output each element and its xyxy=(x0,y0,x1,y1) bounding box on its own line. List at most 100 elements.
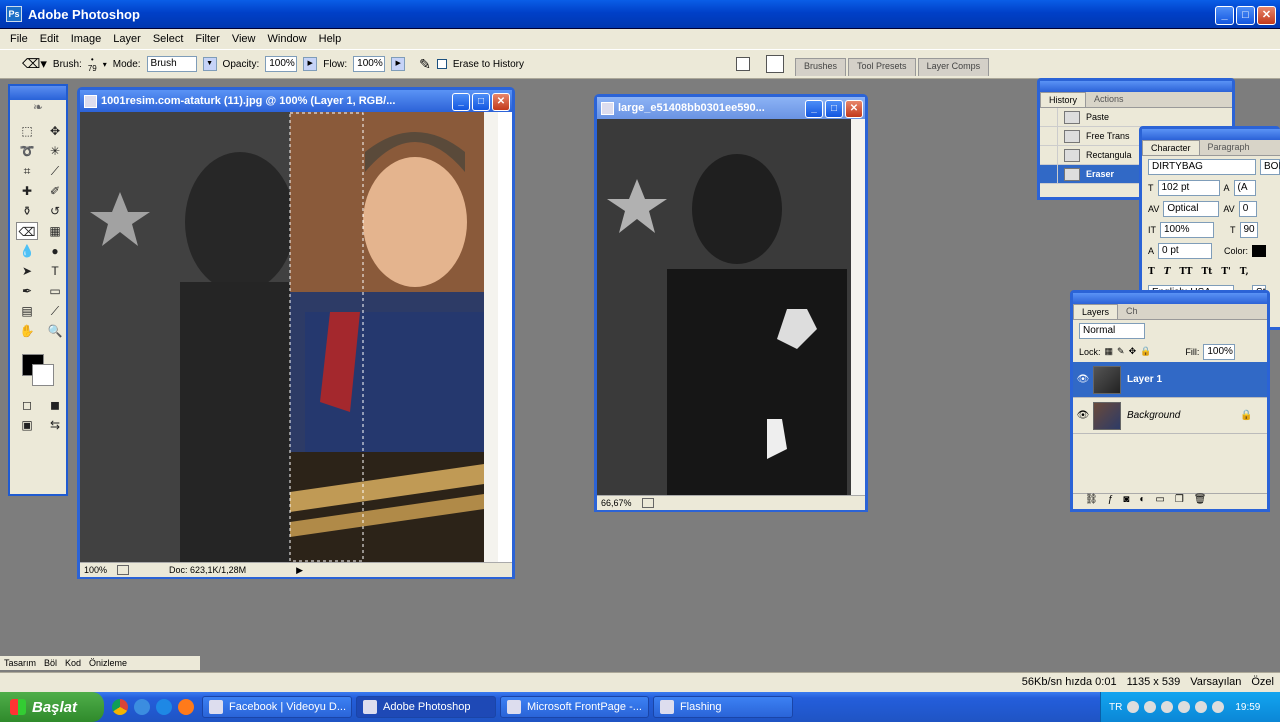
doc1-close-button[interactable]: ✕ xyxy=(492,93,510,111)
menu-layer[interactable]: Layer xyxy=(107,33,147,45)
zoom-tool-icon[interactable]: 🔍 xyxy=(44,322,66,340)
lasso-tool-icon[interactable]: ➰ xyxy=(16,142,38,160)
font-style-select[interactable]: BOI xyxy=(1260,158,1280,175)
palette-toggle-icon[interactable] xyxy=(766,55,784,73)
crop-tool-icon[interactable]: ⌗ xyxy=(16,162,38,180)
horizontal-scale-field[interactable]: 90 xyxy=(1239,221,1258,238)
dodge-tool-icon[interactable]: ● xyxy=(44,242,66,260)
doc1-minimize-button[interactable]: _ xyxy=(452,93,470,111)
lock-pixels-icon[interactable]: ✎ xyxy=(1117,346,1125,357)
file-browser-icon[interactable] xyxy=(736,57,750,71)
new-group-icon[interactable]: ▭ xyxy=(1155,494,1164,509)
minimize-button[interactable]: _ xyxy=(1215,6,1234,25)
menu-window[interactable]: Window xyxy=(262,33,313,45)
doc1-canvas[interactable] xyxy=(80,112,498,562)
standard-mode-icon[interactable]: ◻ xyxy=(16,396,38,414)
superscript-button[interactable]: T' xyxy=(1221,267,1230,277)
type-tool-icon[interactable]: T xyxy=(44,262,66,280)
doc1-info-menu-icon[interactable]: ▶ xyxy=(296,565,303,576)
small-caps-button[interactable]: Tt xyxy=(1201,267,1212,277)
healing-brush-icon[interactable]: ✚ xyxy=(16,182,38,200)
tray-icon[interactable] xyxy=(1178,701,1191,713)
erase-to-history-checkbox[interactable] xyxy=(436,59,447,69)
menu-image[interactable]: Image xyxy=(65,33,108,45)
tab-history[interactable]: History xyxy=(1040,92,1087,107)
blend-mode-select[interactable]: Normal xyxy=(1079,322,1145,339)
doc2-info-icon[interactable] xyxy=(641,498,654,508)
character-panel-title-bar[interactable] xyxy=(1142,129,1280,140)
imageready-icon[interactable]: ⇆ xyxy=(44,416,66,434)
kerning-select[interactable]: Optical xyxy=(1163,200,1220,217)
notes-tool-icon[interactable]: ▤ xyxy=(16,302,38,320)
task-frontpage[interactable]: Microsoft FrontPage -... xyxy=(500,696,649,718)
doc1-zoom[interactable]: 100% xyxy=(84,565,107,575)
tray-icon[interactable] xyxy=(1195,701,1208,713)
tray-icon[interactable] xyxy=(1161,701,1174,713)
opacity-slider-icon[interactable]: ▶ xyxy=(303,57,318,71)
tab-channels[interactable]: Ch xyxy=(1118,304,1146,319)
history-item[interactable]: Paste xyxy=(1040,108,1232,127)
doc1-info-icon[interactable] xyxy=(117,565,130,575)
eraser-tool-preset-icon[interactable]: ⌫▾ xyxy=(22,56,47,72)
airbrush-icon[interactable]: ✎ xyxy=(419,56,431,73)
tray-icon[interactable] xyxy=(1144,701,1157,713)
menu-filter[interactable]: Filter xyxy=(189,33,225,45)
menu-view[interactable]: View xyxy=(226,33,262,45)
doc2-close-button[interactable]: ✕ xyxy=(845,100,863,118)
eyedropper-icon[interactable]: ⟋ xyxy=(44,302,66,320)
visibility-eye-icon[interactable]: 👁 xyxy=(1073,410,1093,421)
move-tool-icon[interactable]: ✥ xyxy=(44,122,66,140)
font-family-select[interactable]: DIRTYBAG xyxy=(1148,158,1256,175)
doc2-maximize-button[interactable]: □ xyxy=(825,100,843,118)
tab-preview[interactable]: Önizleme xyxy=(89,658,127,668)
brush-picker[interactable]: • 79 xyxy=(88,55,97,73)
start-button[interactable]: Başlat xyxy=(0,692,104,722)
faux-bold-button[interactable]: T xyxy=(1148,267,1155,277)
text-color-swatch[interactable] xyxy=(1252,244,1267,257)
visibility-eye-icon[interactable]: 👁 xyxy=(1073,374,1093,385)
new-layer-icon[interactable]: ❐ xyxy=(1175,494,1184,509)
gradient-tool-icon[interactable]: ▦ xyxy=(44,222,66,240)
ie-icon[interactable] xyxy=(134,699,150,715)
browser-icon[interactable] xyxy=(156,699,172,715)
quick-mask-icon[interactable]: ◼ xyxy=(44,396,66,414)
layer-style-icon[interactable]: ƒ xyxy=(1108,494,1114,509)
task-photoshop[interactable]: Adobe Photoshop xyxy=(356,696,496,718)
maximize-button[interactable]: □ xyxy=(1236,6,1255,25)
toolbox-grip[interactable] xyxy=(10,86,66,100)
tray-icon[interactable] xyxy=(1127,701,1140,713)
layer-mask-icon[interactable]: ◙ xyxy=(1123,494,1129,509)
history-brush-icon[interactable]: ↺ xyxy=(44,202,66,220)
layers-panel-title-bar[interactable] xyxy=(1073,293,1267,304)
subscript-button[interactable]: T, xyxy=(1240,267,1249,277)
blur-tool-icon[interactable]: 💧 xyxy=(16,242,38,260)
doc2-canvas[interactable] xyxy=(597,119,865,495)
eraser-tool-icon[interactable]: ⌫ xyxy=(16,222,38,240)
menu-file[interactable]: File xyxy=(4,33,34,45)
fill-field[interactable]: 100% xyxy=(1203,343,1236,360)
tab-code[interactable]: Kod xyxy=(65,658,81,668)
path-select-icon[interactable]: ➤ xyxy=(16,262,38,280)
link-icon[interactable]: ⛓ xyxy=(1085,494,1098,509)
well-tab-layer-comps[interactable]: Layer Comps xyxy=(917,58,990,76)
mode-select[interactable]: Brush xyxy=(146,56,197,72)
trash-icon[interactable]: 🗑 xyxy=(1194,494,1207,509)
doc2-title-bar[interactable]: large_e51408bb0301ee590... _ □ ✕ xyxy=(597,97,865,119)
clock[interactable]: 19:59 xyxy=(1235,702,1260,713)
flow-field[interactable]: 100% xyxy=(353,56,386,72)
leading-field[interactable]: (A xyxy=(1233,179,1256,196)
marquee-tool-icon[interactable]: ⬚ xyxy=(16,122,38,140)
tracking-field[interactable]: 0 xyxy=(1238,200,1257,217)
close-button[interactable]: ✕ xyxy=(1257,6,1276,25)
tray-icon[interactable] xyxy=(1212,701,1225,713)
well-tab-tool-presets[interactable]: Tool Presets xyxy=(848,58,916,76)
layer-row[interactable]: 👁 Background 🔒 xyxy=(1073,398,1267,434)
tab-actions[interactable]: Actions xyxy=(1086,92,1132,107)
tab-layers[interactable]: Layers xyxy=(1073,304,1119,319)
vertical-scale-field[interactable]: 100% xyxy=(1160,221,1214,238)
all-caps-button[interactable]: TT xyxy=(1179,267,1192,277)
hand-tool-icon[interactable]: ✋ xyxy=(16,322,38,340)
font-size-field[interactable]: 102 pt xyxy=(1157,179,1220,196)
language-indicator[interactable]: TR xyxy=(1109,702,1122,713)
tab-character[interactable]: Character xyxy=(1142,140,1200,155)
